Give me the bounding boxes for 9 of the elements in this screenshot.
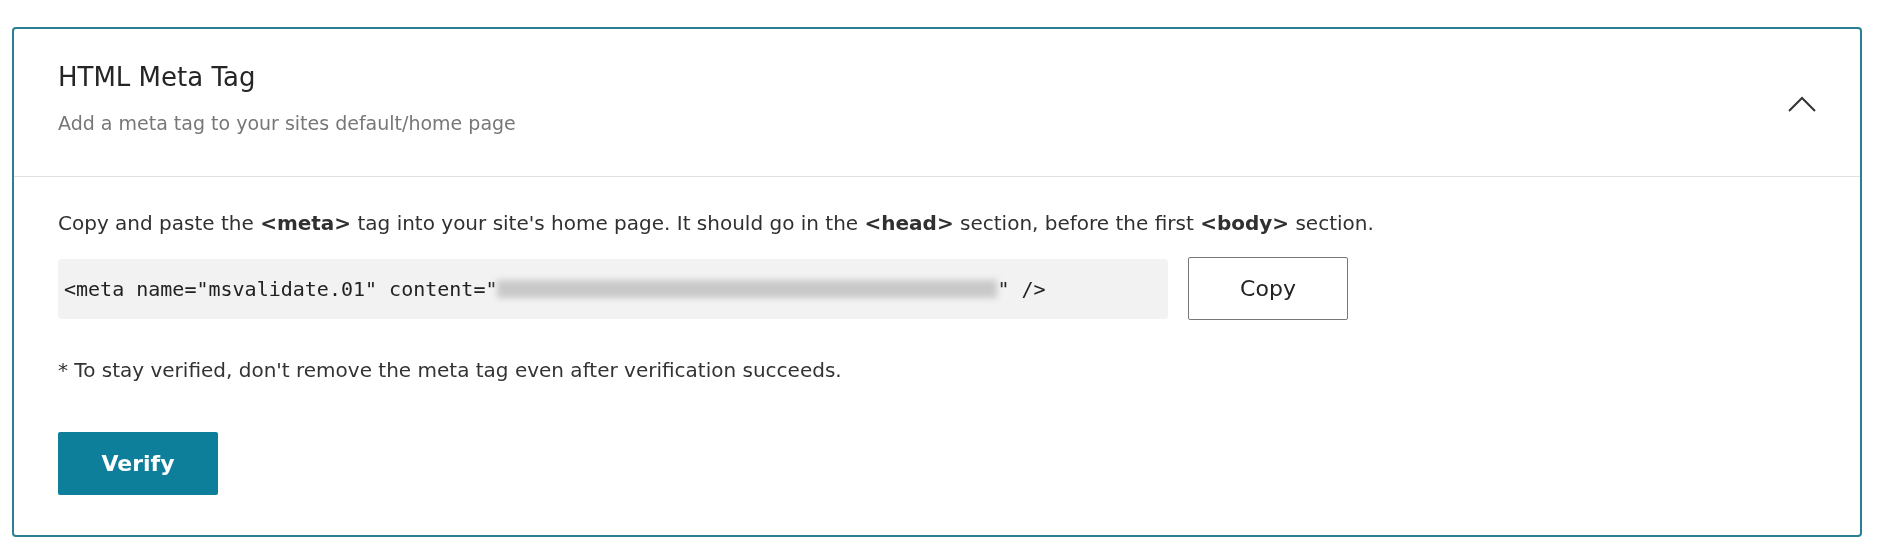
copy-button[interactable]: Copy <box>1188 257 1348 320</box>
panel-title: HTML Meta Tag <box>58 62 257 92</box>
code-text: <meta name="msvalidate.01" content=" <box>64 276 498 301</box>
instructions-text: Copy and paste the <meta> tag into your site's home page. It should go in the <head> section, before the first <body> section. <box>58 211 1375 235</box>
code-text: " /> <box>997 276 1046 301</box>
chevron-up-icon[interactable] <box>1788 96 1816 112</box>
verify-button[interactable]: Verify <box>58 432 218 495</box>
panel-subtitle: Add a meta tag to your sites default/home page <box>58 112 516 134</box>
verification-note: * To stay verified, don't remove the meta tag even after verification succeeds. <box>58 358 843 382</box>
